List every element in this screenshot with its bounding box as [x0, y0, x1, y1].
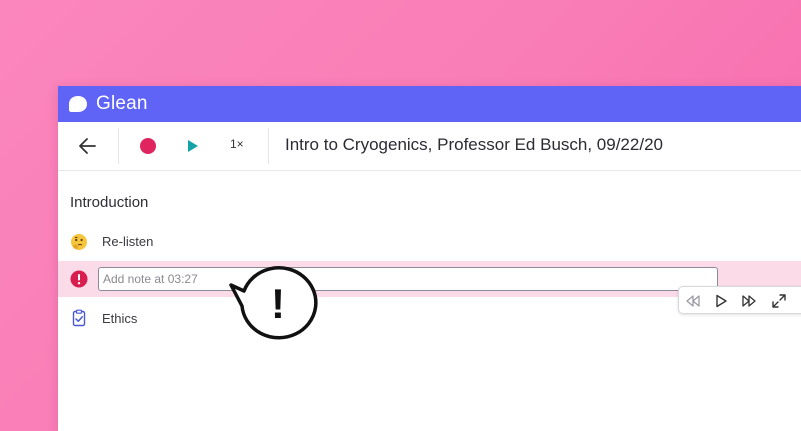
- expand-icon[interactable]: [771, 293, 787, 309]
- fast-forward-icon[interactable]: [741, 293, 757, 309]
- thinking-face-icon: [70, 233, 88, 251]
- toolbar: 1× Intro to Cryogenics, Professor Ed Bus…: [58, 122, 801, 171]
- exclamation-circle-icon: [70, 270, 88, 288]
- exclamation-speech-bubble-icon: !: [229, 266, 319, 342]
- add-note-input[interactable]: [98, 267, 718, 291]
- list-item[interactable]: Re-listen: [58, 232, 801, 252]
- section-heading: Introduction: [70, 194, 149, 211]
- playback-speed-button[interactable]: 1×: [230, 137, 244, 151]
- app-name: Glean: [96, 93, 148, 114]
- play-icon[interactable]: [186, 138, 200, 154]
- toolbar-divider: [268, 128, 269, 164]
- toolbar-divider: [118, 128, 119, 164]
- clipboard-check-icon: [70, 309, 88, 327]
- arrow-left-icon[interactable]: [78, 137, 98, 155]
- callout-symbol: !: [271, 280, 285, 327]
- app-window: Glean 1× Intro to Cryogenics, Professor …: [58, 86, 801, 431]
- list-item-label: Ethics: [102, 311, 138, 326]
- title-bar: Glean: [58, 86, 801, 122]
- list-item-label: Re-listen: [102, 234, 154, 249]
- record-button[interactable]: [140, 138, 156, 154]
- glean-logo-icon: [67, 94, 89, 114]
- play-outline-icon[interactable]: [713, 293, 729, 309]
- rewind-icon[interactable]: [685, 293, 701, 309]
- recording-title: Intro to Cryogenics, Professor Ed Busch,…: [285, 135, 663, 154]
- mini-player: [678, 286, 801, 314]
